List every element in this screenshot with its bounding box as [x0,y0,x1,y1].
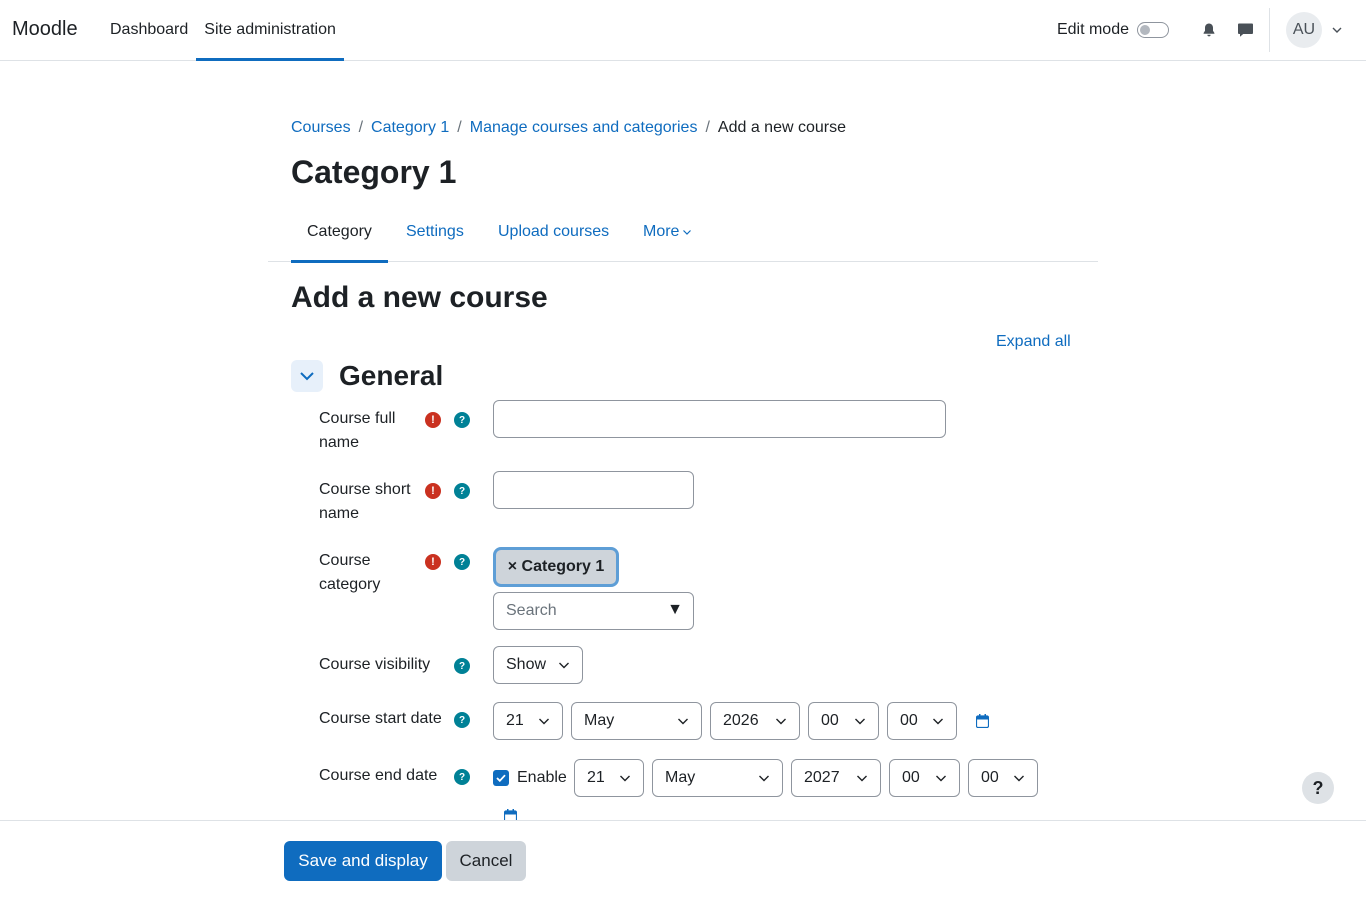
end-minute-select[interactable]: 00 [968,759,1038,797]
required-icon: ! [425,483,441,499]
course-full-name-label: Course full name [319,410,396,451]
chevron-down-icon [620,775,630,782]
tab-settings[interactable]: Settings [390,202,480,262]
checkmark-icon [496,774,506,782]
required-icon: ! [425,554,441,570]
select-value: 00 [900,712,918,729]
start-minute-select[interactable]: 00 [887,702,957,740]
chevron-down-icon [559,662,569,669]
breadcrumb-separator: / [358,119,364,136]
select-value: 00 [981,769,999,786]
tab-category[interactable]: Category [291,202,388,263]
select-value: 2026 [723,712,759,729]
end-day-select[interactable]: 21 [574,759,644,797]
course-visibility-select[interactable]: Show [493,646,583,684]
chevron-down-icon [539,718,549,725]
breadcrumb-category[interactable]: Category 1 [371,118,449,138]
help-icon[interactable]: ? [454,769,470,785]
end-date-enable-checkbox[interactable] [493,770,509,786]
breadcrumb-separator: / [457,119,462,136]
breadcrumb-courses[interactable]: Courses [291,118,351,138]
end-date-enable-label: Enable [517,769,567,786]
dropdown-arrow-icon[interactable]: ▼ [667,601,683,619]
course-start-date-label: Course start date [319,710,442,727]
end-month-select[interactable]: May [652,759,783,797]
breadcrumb-manage-courses[interactable]: Manage courses and categories [470,118,698,138]
sticky-footer [0,820,1366,900]
edit-mode-toggle[interactable] [1137,22,1169,38]
save-and-display-button[interactable]: Save and display [284,841,442,881]
select-value: 00 [902,769,920,786]
user-menu-area: Edit mode AU [1057,0,1366,60]
primary-navigation: Dashboard Site administration [102,0,344,61]
help-icon[interactable]: ? [454,554,470,570]
end-year-select[interactable]: 2027 [791,759,881,797]
site-logo[interactable]: Moodle [12,18,78,41]
course-visibility-label: Course visibility [319,656,431,673]
bell-icon[interactable] [1191,12,1227,48]
chevron-down-icon [933,718,943,725]
course-short-name-label: Course short name [319,481,411,522]
select-value: 00 [821,712,839,729]
chevron-down-icon[interactable] [1332,27,1342,33]
select-value: 21 [506,712,524,729]
chevron-down-icon [857,775,867,782]
tab-upload-courses[interactable]: Upload courses [482,202,625,262]
required-icon: ! [425,412,441,428]
start-hour-select[interactable]: 00 [808,702,879,740]
tab-more[interactable]: More [627,202,707,262]
top-navbar: Moodle Dashboard Site administration Edi… [0,0,1366,61]
page-help-button[interactable]: ? [1302,772,1334,804]
category-search-input[interactable]: Search ▼ [493,592,694,630]
help-icon[interactable]: ? [454,412,470,428]
start-month-select[interactable]: May [571,702,702,740]
cancel-button[interactable]: Cancel [446,841,526,881]
navbar-divider [1269,8,1270,52]
breadcrumb-current: Add a new course [717,119,846,136]
section-collapse-toggle[interactable] [291,360,323,392]
tab-more-label: More [643,223,680,240]
start-day-select[interactable]: 21 [493,702,563,740]
selected-category-chip[interactable]: × Category 1 [493,547,619,587]
chevron-down-icon [855,718,865,725]
help-icon[interactable]: ? [454,712,470,728]
calendar-icon[interactable] [976,714,989,728]
nav-dashboard[interactable]: Dashboard [102,0,196,60]
edit-mode-label: Edit mode [1056,21,1129,38]
select-value: 21 [587,769,605,786]
course-end-date-label: Course end date [319,767,438,784]
chevron-down-icon [1014,775,1024,782]
secondary-navigation: Category Settings Upload courses More [268,202,1098,263]
avatar[interactable]: AU [1286,12,1322,48]
messages-icon[interactable] [1227,12,1263,48]
nav-site-administration[interactable]: Site administration [196,0,344,61]
help-icon[interactable]: ? [454,658,470,674]
select-value: 2027 [804,769,840,786]
breadcrumb-separator: / [705,119,710,136]
select-value: Show [506,656,547,673]
breadcrumb: Courses / Category 1 / Manage courses an… [291,118,846,138]
chevron-down-icon [759,775,769,782]
end-hour-select[interactable]: 00 [889,759,960,797]
course-full-name-input[interactable] [493,400,946,438]
category-search-placeholder: Search [506,602,557,619]
section-title-general: General [339,360,444,391]
select-value: May [665,769,696,786]
start-year-select[interactable]: 2026 [710,702,800,740]
chevron-down-icon [683,229,692,235]
help-icon[interactable]: ? [454,483,470,499]
chevron-down-icon [678,718,688,725]
course-category-label: Course category [319,552,381,593]
expand-all-link[interactable]: Expand all [996,333,1071,351]
page-title: Category 1 [291,154,457,190]
chevron-down-icon [300,371,314,380]
form-title: Add a new course [291,281,548,314]
course-short-name-input[interactable] [493,471,694,509]
chevron-down-icon [936,775,946,782]
select-value: May [584,712,615,729]
chevron-down-icon [776,718,786,725]
